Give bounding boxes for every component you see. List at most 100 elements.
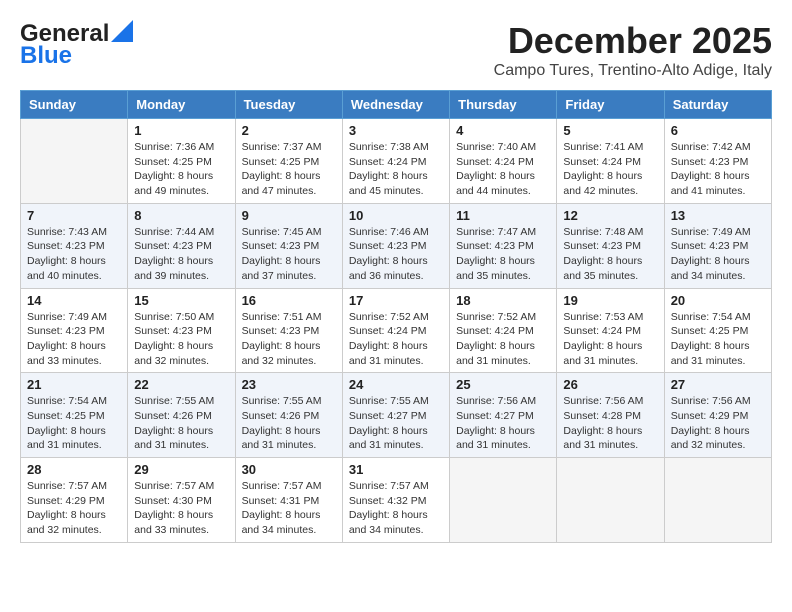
- calendar-cell: 26 Sunrise: 7:56 AM Sunset: 4:28 PM Dayli…: [557, 373, 664, 458]
- logo-icon: [111, 20, 133, 42]
- header-thursday: Thursday: [450, 91, 557, 119]
- day-info: Sunrise: 7:48 AM Sunset: 4:23 PM Dayligh…: [563, 225, 657, 284]
- calendar-cell: 27Sunrise: 7:56 AM Sunset: 4:29 PM Dayli…: [664, 373, 771, 458]
- day-info: Sunrise: 7:45 AM Sunset: 4:23 PM Dayligh…: [242, 225, 336, 284]
- week-row-5: 28 Sunrise: 7:57 AM Sunset: 4:29 PM Dayli…: [21, 458, 772, 543]
- day-number: 19: [563, 293, 657, 308]
- calendar-cell: 14 Sunrise: 7:49 AM Sunset: 4:23 PM Dayli…: [21, 288, 128, 373]
- day-number: 25: [456, 377, 550, 392]
- calendar-cell: 31Sunrise: 7:57 AM Sunset: 4:32 PM Dayli…: [342, 458, 449, 543]
- day-number: 4: [456, 123, 550, 138]
- day-info: Sunrise: 7:54 AM Sunset: 4:25 PM Dayligh…: [671, 310, 765, 369]
- calendar-cell: 23 Sunrise: 7:55 AM Sunset: 4:26 PM Dayli…: [235, 373, 342, 458]
- calendar-cell: 20 Sunrise: 7:54 AM Sunset: 4:25 PM Dayli…: [664, 288, 771, 373]
- calendar-cell: 9 Sunrise: 7:45 AM Sunset: 4:23 PM Daylig…: [235, 203, 342, 288]
- header-friday: Friday: [557, 91, 664, 119]
- calendar-cell: 12 Sunrise: 7:48 AM Sunset: 4:23 PM Dayli…: [557, 203, 664, 288]
- header: General Blue December 2025 Campo Tures, …: [20, 20, 772, 80]
- day-info: Sunrise: 7:41 AM Sunset: 4:24 PM Dayligh…: [563, 140, 657, 199]
- day-number: 12: [563, 208, 657, 223]
- day-number: 20: [671, 293, 765, 308]
- calendar-cell: [557, 458, 664, 543]
- day-number: 23: [242, 377, 336, 392]
- day-info: Sunrise: 7:36 AM Sunset: 4:25 PM Dayligh…: [134, 140, 228, 199]
- calendar-cell: [664, 458, 771, 543]
- day-number: 3: [349, 123, 443, 138]
- calendar-cell: 28 Sunrise: 7:57 AM Sunset: 4:29 PM Dayli…: [21, 458, 128, 543]
- day-number: 2: [242, 123, 336, 138]
- calendar-cell: 10 Sunrise: 7:46 AM Sunset: 4:23 PM Dayli…: [342, 203, 449, 288]
- day-info: Sunrise: 7:57 AM Sunset: 4:30 PM Dayligh…: [134, 479, 228, 538]
- day-info: Sunrise: 7:56 AM Sunset: 4:27 PM Dayligh…: [456, 394, 550, 453]
- day-number: 14: [27, 293, 121, 308]
- day-info: Sunrise: 7:53 AM Sunset: 4:24 PM Dayligh…: [563, 310, 657, 369]
- day-number: 16: [242, 293, 336, 308]
- calendar-cell: 30Sunrise: 7:57 AM Sunset: 4:31 PM Dayli…: [235, 458, 342, 543]
- day-info: Sunrise: 7:40 AM Sunset: 4:24 PM Dayligh…: [456, 140, 550, 199]
- day-info: Sunrise: 7:42 AM Sunset: 4:23 PM Dayligh…: [671, 140, 765, 199]
- calendar-cell: 7 Sunrise: 7:43 AM Sunset: 4:23 PM Daylig…: [21, 203, 128, 288]
- month-title: December 2025: [494, 20, 772, 62]
- week-row-3: 14 Sunrise: 7:49 AM Sunset: 4:23 PM Dayli…: [21, 288, 772, 373]
- calendar-cell: 21Sunrise: 7:54 AM Sunset: 4:25 PM Dayli…: [21, 373, 128, 458]
- day-info: Sunrise: 7:38 AM Sunset: 4:24 PM Dayligh…: [349, 140, 443, 199]
- day-number: 8: [134, 208, 228, 223]
- day-info: Sunrise: 7:55 AM Sunset: 4:26 PM Dayligh…: [134, 394, 228, 453]
- day-info: Sunrise: 7:51 AM Sunset: 4:23 PM Dayligh…: [242, 310, 336, 369]
- day-number: 1: [134, 123, 228, 138]
- calendar-cell: 15 Sunrise: 7:50 AM Sunset: 4:23 PM Dayli…: [128, 288, 235, 373]
- day-number: 31: [349, 462, 443, 477]
- day-number: 10: [349, 208, 443, 223]
- day-info: Sunrise: 7:54 AM Sunset: 4:25 PM Dayligh…: [27, 394, 121, 453]
- day-number: 13: [671, 208, 765, 223]
- day-number: 28: [27, 462, 121, 477]
- day-number: 11: [456, 208, 550, 223]
- week-row-2: 7 Sunrise: 7:43 AM Sunset: 4:23 PM Daylig…: [21, 203, 772, 288]
- calendar-cell: 18 Sunrise: 7:52 AM Sunset: 4:24 PM Dayli…: [450, 288, 557, 373]
- header-wednesday: Wednesday: [342, 91, 449, 119]
- calendar-cell: 2 Sunrise: 7:37 AM Sunset: 4:25 PM Daylig…: [235, 119, 342, 204]
- calendar-cell: 3 Sunrise: 7:38 AM Sunset: 4:24 PM Daylig…: [342, 119, 449, 204]
- calendar-cell: 6 Sunrise: 7:42 AM Sunset: 4:23 PM Daylig…: [664, 119, 771, 204]
- week-row-4: 21Sunrise: 7:54 AM Sunset: 4:25 PM Dayli…: [21, 373, 772, 458]
- calendar-cell: 11Sunrise: 7:47 AM Sunset: 4:23 PM Dayli…: [450, 203, 557, 288]
- header-saturday: Saturday: [664, 91, 771, 119]
- day-number: 15: [134, 293, 228, 308]
- day-info: Sunrise: 7:56 AM Sunset: 4:29 PM Dayligh…: [671, 394, 765, 453]
- day-info: Sunrise: 7:55 AM Sunset: 4:26 PM Dayligh…: [242, 394, 336, 453]
- day-number: 29: [134, 462, 228, 477]
- day-info: Sunrise: 7:46 AM Sunset: 4:23 PM Dayligh…: [349, 225, 443, 284]
- calendar-header-row: SundayMondayTuesdayWednesdayThursdayFrid…: [21, 91, 772, 119]
- calendar-cell: [450, 458, 557, 543]
- day-number: 26: [563, 377, 657, 392]
- calendar-cell: 19 Sunrise: 7:53 AM Sunset: 4:24 PM Dayli…: [557, 288, 664, 373]
- day-number: 7: [27, 208, 121, 223]
- day-info: Sunrise: 7:43 AM Sunset: 4:23 PM Dayligh…: [27, 225, 121, 284]
- logo-blue: Blue: [20, 42, 72, 70]
- calendar-cell: 29 Sunrise: 7:57 AM Sunset: 4:30 PM Dayli…: [128, 458, 235, 543]
- day-number: 22: [134, 377, 228, 392]
- calendar-cell: 17Sunrise: 7:52 AM Sunset: 4:24 PM Dayli…: [342, 288, 449, 373]
- day-info: Sunrise: 7:50 AM Sunset: 4:23 PM Dayligh…: [134, 310, 228, 369]
- week-row-1: 1 Sunrise: 7:36 AM Sunset: 4:25 PM Daylig…: [21, 119, 772, 204]
- day-number: 30: [242, 462, 336, 477]
- day-number: 18: [456, 293, 550, 308]
- day-info: Sunrise: 7:56 AM Sunset: 4:28 PM Dayligh…: [563, 394, 657, 453]
- calendar-cell: 16 Sunrise: 7:51 AM Sunset: 4:23 PM Dayli…: [235, 288, 342, 373]
- day-info: Sunrise: 7:52 AM Sunset: 4:24 PM Dayligh…: [456, 310, 550, 369]
- calendar-cell: 1 Sunrise: 7:36 AM Sunset: 4:25 PM Daylig…: [128, 119, 235, 204]
- title-area: December 2025 Campo Tures, Trentino-Alto…: [494, 20, 772, 80]
- calendar-cell: [21, 119, 128, 204]
- day-number: 6: [671, 123, 765, 138]
- header-tuesday: Tuesday: [235, 91, 342, 119]
- calendar-table: SundayMondayTuesdayWednesdayThursdayFrid…: [20, 90, 772, 543]
- day-info: Sunrise: 7:49 AM Sunset: 4:23 PM Dayligh…: [671, 225, 765, 284]
- calendar-cell: 5Sunrise: 7:41 AM Sunset: 4:24 PM Daylig…: [557, 119, 664, 204]
- day-number: 9: [242, 208, 336, 223]
- day-info: Sunrise: 7:37 AM Sunset: 4:25 PM Dayligh…: [242, 140, 336, 199]
- day-info: Sunrise: 7:49 AM Sunset: 4:23 PM Dayligh…: [27, 310, 121, 369]
- header-monday: Monday: [128, 91, 235, 119]
- day-info: Sunrise: 7:57 AM Sunset: 4:29 PM Dayligh…: [27, 479, 121, 538]
- day-info: Sunrise: 7:44 AM Sunset: 4:23 PM Dayligh…: [134, 225, 228, 284]
- calendar-cell: 25 Sunrise: 7:56 AM Sunset: 4:27 PM Dayli…: [450, 373, 557, 458]
